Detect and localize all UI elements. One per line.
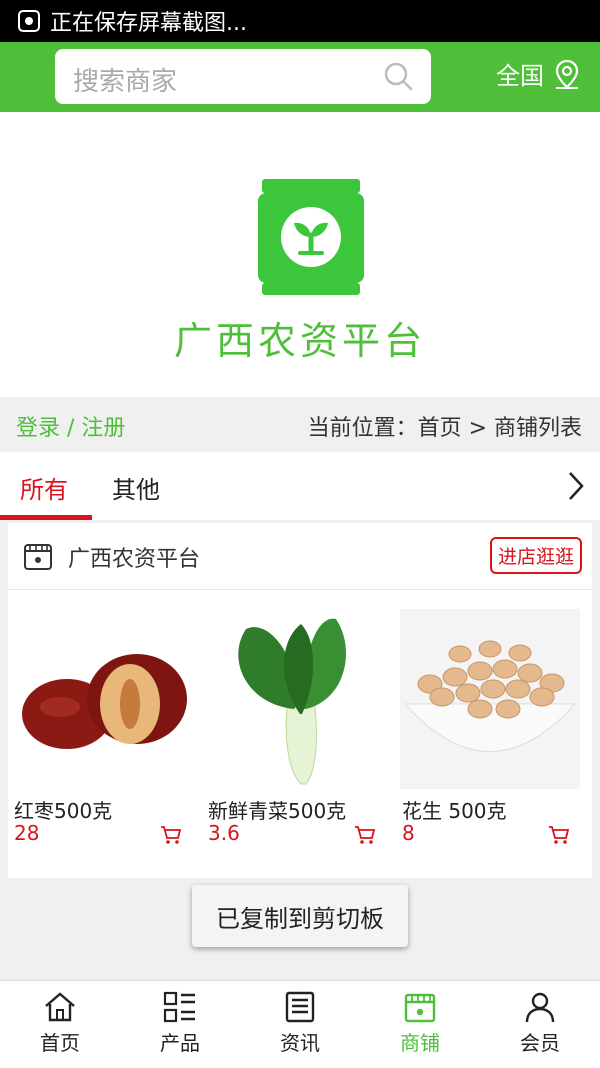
platform-title: 广西农资平台 <box>173 319 426 363</box>
product-image-peanuts[interactable] <box>400 609 580 789</box>
product-image-greens[interactable] <box>206 609 386 789</box>
cart-icon[interactable] <box>354 825 376 845</box>
home-icon <box>45 992 75 1022</box>
shop-header[interactable]: 广西农资平台 进店逛逛 <box>8 523 592 590</box>
nav-home-label: 首页 <box>40 1031 80 1055</box>
location-pin-icon <box>555 59 579 89</box>
nav-products[interactable]: 产品 <box>120 981 240 1068</box>
search-input[interactable]: 搜索商家 <box>55 49 431 104</box>
nav-news-label: 资讯 <box>280 1031 320 1055</box>
status-bar: 正在保存屏幕截图... <box>0 0 600 42</box>
status-text: 正在保存屏幕截图... <box>50 11 247 36</box>
chevron-right-icon[interactable] <box>566 470 586 502</box>
tab-other[interactable]: 其他 <box>112 470 160 505</box>
product-price: 3.6 <box>208 821 240 845</box>
product-image-dates[interactable] <box>12 609 192 789</box>
news-icon <box>285 991 315 1023</box>
header: 搜索商家 全国 <box>0 42 600 112</box>
product-item[interactable]: 花生 500克 8 <box>400 609 580 845</box>
seed-bag-logo <box>258 179 364 295</box>
grid-list-icon <box>163 991 195 1023</box>
info-bar: 登录 / 注册 当前位置：首页 > 商铺列表 <box>0 397 600 452</box>
search-icon[interactable] <box>383 61 413 91</box>
cart-icon[interactable] <box>548 825 570 845</box>
screenshot-icon <box>18 10 40 32</box>
nav-member-label: 会员 <box>520 1031 560 1055</box>
shop-card: 广西农资平台 进店逛逛 红枣500克 28 新鲜青菜500克 3.6 花生 50… <box>8 523 592 878</box>
category-tabs: 所有 其他 <box>0 452 600 520</box>
visit-shop-button[interactable]: 进店逛逛 <box>489 537 582 574</box>
product-item[interactable]: 新鲜青菜500克 3.6 <box>206 609 386 845</box>
search-placeholder: 搜索商家 <box>73 67 178 97</box>
nav-stores-label: 商铺 <box>400 1031 440 1055</box>
store-icon <box>24 544 52 570</box>
copied-toast: 已复制到剪切板 <box>192 885 408 947</box>
banner: 广西农资平台 <box>0 112 600 397</box>
store-icon <box>404 993 436 1023</box>
breadcrumb: 当前位置：首页 > 商铺列表 <box>307 416 582 441</box>
product-item[interactable]: 红枣500克 28 <box>12 609 192 845</box>
product-name: 新鲜青菜500克 <box>208 799 347 823</box>
product-name: 红枣500克 <box>14 799 113 823</box>
tab-all[interactable]: 所有 <box>20 470 68 505</box>
user-icon <box>525 992 555 1023</box>
nav-news[interactable]: 资讯 <box>240 981 360 1068</box>
login-register-link[interactable]: 登录 / 注册 <box>16 410 125 442</box>
shop-name: 广西农资平台 <box>68 547 201 572</box>
active-tab-indicator <box>0 515 92 520</box>
nav-member[interactable]: 会员 <box>480 981 600 1068</box>
product-price: 8 <box>402 821 415 845</box>
nav-stores[interactable]: 商铺 <box>360 981 480 1068</box>
region-selector[interactable]: 全国 <box>496 56 582 91</box>
nav-home[interactable]: 首页 <box>0 981 120 1068</box>
product-price: 28 <box>14 821 40 845</box>
product-name: 花生 500克 <box>402 799 507 823</box>
bottom-nav: 首页 产品 资讯 商铺 会员 <box>0 980 600 1068</box>
region-label: 全国 <box>496 62 544 90</box>
cart-icon[interactable] <box>160 825 182 845</box>
nav-products-label: 产品 <box>160 1031 200 1055</box>
